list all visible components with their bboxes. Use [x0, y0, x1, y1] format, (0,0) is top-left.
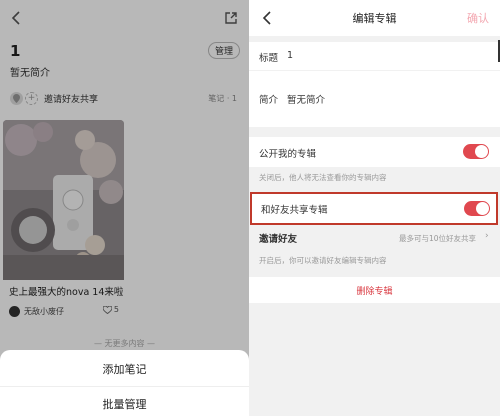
invite-friends-row[interactable]: 邀请好友 最多可与10位好友共享 ›: [249, 226, 500, 248]
public-album-row: 公开我的专辑: [249, 137, 500, 167]
share-album-label: 和好友共享专辑: [261, 205, 328, 216]
confirm-button[interactable]: 确认: [467, 10, 489, 26]
title-value: 1: [287, 50, 294, 61]
public-album-toggle[interactable]: [463, 144, 489, 159]
toggle-knob: [476, 202, 489, 215]
share-album-hint: 开启后，你可以邀请好友编辑专辑内容: [259, 256, 387, 265]
intro-value: 暂无简介: [287, 95, 326, 106]
chevron-right-icon: ›: [485, 231, 489, 241]
album-detail-panel: 1 管理 暂无简介 + 邀请好友共享 笔记 · 1 史上最强大的nova 14来…: [0, 0, 249, 416]
title-label: 标题: [259, 53, 279, 64]
public-album-hint: 关闭后，他人将无法查看你的专辑内容: [259, 173, 387, 182]
toggle-knob: [475, 145, 488, 158]
action-sheet: 添加笔记 批量管理: [0, 350, 249, 416]
add-note-button[interactable]: 添加笔记: [0, 352, 249, 385]
invite-friends-label: 邀请好友: [259, 234, 298, 245]
screenshot: 1 管理 暂无简介 + 邀请好友共享 笔记 · 1 史上最强大的nova 14来…: [0, 0, 500, 416]
top-bar: 编辑专辑 确认: [249, 0, 500, 36]
page-title: 编辑专辑: [352, 12, 397, 25]
share-album-row: 和好友共享专辑: [250, 192, 498, 225]
batch-manage-button[interactable]: 批量管理: [0, 387, 249, 416]
intro-row[interactable]: 简介 暂无简介: [249, 71, 500, 127]
delete-album-button[interactable]: 删除专辑: [249, 279, 500, 301]
title-row[interactable]: 标题 1: [249, 42, 500, 70]
share-album-toggle[interactable]: [464, 201, 490, 216]
public-album-label: 公开我的专辑: [259, 149, 317, 160]
delete-album-row: 删除专辑: [249, 277, 500, 303]
invite-friends-limit: 最多可与10位好友共享: [399, 234, 477, 243]
intro-label: 简介: [259, 95, 279, 106]
edit-album-panel: 编辑专辑 确认 标题 1 简介 暂无简介 公开我的专辑 关闭后，他人将无法查看你…: [249, 0, 500, 416]
